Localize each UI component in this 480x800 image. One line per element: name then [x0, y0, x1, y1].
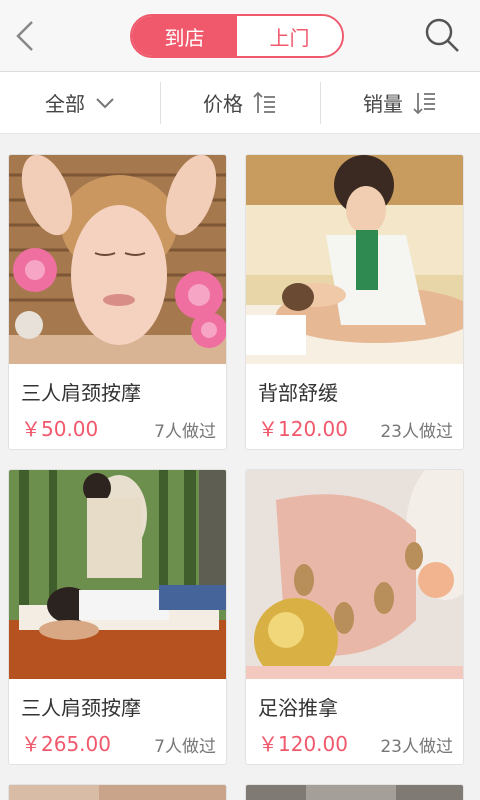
search-icon	[425, 18, 459, 52]
product-photo	[9, 785, 226, 800]
product-card[interactable]: 足浴推拿 ￥120.00 23人做过	[245, 469, 464, 765]
product-title: 三人肩颈按摩	[21, 381, 141, 405]
top-bar: 到店 上门	[0, 0, 480, 72]
filter-price[interactable]: 价格	[160, 72, 320, 133]
filter-all-label: 全部	[45, 92, 85, 116]
filter-price-label: 价格	[203, 92, 243, 116]
facial-massage-photo	[9, 155, 226, 364]
sort-ascending-icon	[253, 91, 277, 115]
search-button[interactable]	[422, 14, 462, 58]
tab-home-service[interactable]: 上门	[237, 16, 342, 56]
nail-care-photo	[246, 470, 463, 679]
product-sold-count: 23人做过	[380, 737, 453, 757]
product-sold-count: 7人做过	[154, 737, 216, 757]
store-mode-toggle: 到店 上门	[130, 14, 344, 58]
shoulder-massage-photo	[9, 470, 226, 679]
sort-descending-icon	[413, 91, 437, 115]
product-sold-count: 7人做过	[154, 422, 216, 442]
product-title: 三人肩颈按摩	[21, 696, 141, 720]
product-title: 足浴推拿	[258, 696, 338, 720]
back-button[interactable]	[8, 16, 44, 56]
product-sold-count: 23人做过	[380, 422, 453, 442]
tab-in-store[interactable]: 到店	[132, 16, 237, 56]
chevron-down-icon	[95, 96, 115, 110]
product-photo	[246, 785, 463, 800]
filter-all[interactable]: 全部	[0, 72, 160, 133]
product-card[interactable]	[245, 784, 464, 800]
product-card[interactable]: 背部舒缓 ￥120.00 23人做过	[245, 154, 464, 450]
chevron-left-icon	[16, 21, 33, 51]
filter-sales[interactable]: 销量	[320, 72, 480, 133]
back-massage-photo	[246, 155, 463, 364]
product-card[interactable]: 三人肩颈按摩 ￥50.00 7人做过	[8, 154, 227, 450]
product-price: ￥120.00	[258, 417, 348, 441]
product-price: ￥265.00	[21, 732, 111, 756]
product-card[interactable]: 三人肩颈按摩 ￥265.00 7人做过	[8, 469, 227, 765]
product-card[interactable]	[8, 784, 227, 800]
filter-bar: 全部 价格 销量	[0, 72, 480, 134]
product-price: ￥120.00	[258, 732, 348, 756]
product-title: 背部舒缓	[258, 381, 338, 405]
product-price: ￥50.00	[21, 417, 99, 441]
filter-sales-label: 销量	[363, 92, 403, 116]
